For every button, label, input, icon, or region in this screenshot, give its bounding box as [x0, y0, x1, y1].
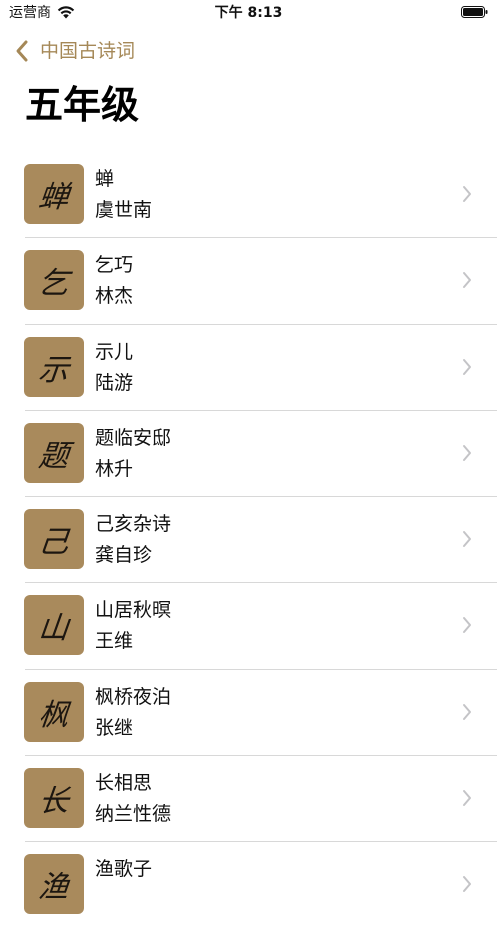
chevron-right-icon — [463, 272, 471, 289]
poem-title: 渔歌子 — [95, 858, 153, 881]
chevron-left-icon — [16, 40, 28, 62]
poem-thumbnail: 山 — [24, 595, 84, 656]
poem-title: 乞巧 — [95, 254, 134, 277]
list-item[interactable]: 枫 枫桥夜泊 张继 — [0, 670, 497, 757]
poem-title: 己亥杂诗 — [95, 513, 172, 536]
poem-author: 纳兰性德 — [95, 803, 172, 826]
poem-thumbnail: 示 — [24, 336, 84, 397]
poem-thumbnail: 渔 — [24, 854, 84, 915]
poem-title: 山居秋暝 — [95, 599, 172, 622]
back-button[interactable]: 中国古诗词 — [14, 37, 135, 65]
poem-list: 蝉 蝉 虞世南 乞 乞巧 林杰 示 示儿 陆游 题 题临安邸 林升 己 己亥杂诗… — [0, 152, 497, 929]
list-item[interactable]: 乞 乞巧 林杰 — [0, 238, 497, 325]
list-item[interactable]: 题 题临安邸 林升 — [0, 411, 497, 498]
calligraphy-glyph: 枫 — [36, 697, 71, 733]
chevron-right-icon — [463, 617, 471, 634]
list-item[interactable]: 己 己亥杂诗 龚自珍 — [0, 497, 497, 584]
poem-thumbnail: 蝉 — [24, 164, 84, 224]
back-button-label: 中国古诗词 — [40, 40, 136, 62]
calligraphy-glyph: 蝉 — [36, 180, 71, 215]
chevron-right-icon — [463, 790, 471, 807]
chevron-right-icon — [463, 186, 471, 202]
poem-title: 示儿 — [95, 340, 134, 363]
status-time: 下午 8:13 — [214, 5, 283, 21]
calligraphy-glyph: 长 — [36, 784, 71, 820]
list-item[interactable]: 蝉 蝉 虞世南 — [0, 152, 497, 239]
poem-author: 林杰 — [95, 285, 134, 308]
poem-author: 陆游 — [95, 371, 134, 394]
calligraphy-glyph: 示 — [36, 352, 71, 388]
poem-title: 长相思 — [95, 772, 153, 795]
calligraphy-glyph: 乞 — [36, 266, 71, 302]
poem-thumbnail: 题 — [24, 422, 84, 483]
list-item[interactable]: 示 示儿 陆游 — [0, 325, 497, 412]
chevron-right-icon — [463, 444, 471, 461]
list-item[interactable]: 渔 渔歌子 — [0, 842, 497, 928]
poem-author: 张继 — [95, 716, 134, 739]
battery-icon — [461, 6, 488, 18]
list-item[interactable]: 山 山居秋暝 王维 — [0, 583, 497, 671]
poem-thumbnail: 长 — [24, 768, 84, 829]
page-title: 五年级 — [25, 83, 140, 127]
poem-title: 枫桥夜泊 — [95, 685, 172, 708]
chevron-right-icon — [463, 876, 471, 893]
chevron-right-icon — [463, 703, 471, 720]
calligraphy-glyph: 题 — [36, 438, 71, 474]
poem-thumbnail: 乞 — [24, 250, 84, 311]
calligraphy-glyph: 山 — [36, 611, 71, 647]
chevron-right-icon — [463, 531, 471, 548]
poem-author: 龚自珍 — [95, 544, 153, 567]
status-bar: 运营商 下午 8:13 — [0, 0, 497, 26]
poem-thumbnail: 枫 — [24, 681, 84, 742]
poem-author: 王维 — [95, 630, 134, 653]
calligraphy-glyph: 己 — [36, 525, 71, 561]
chevron-right-icon — [463, 358, 471, 375]
calligraphy-glyph: 渔 — [36, 870, 71, 906]
poem-title: 蝉 — [95, 168, 115, 190]
list-item[interactable]: 长 长相思 纳兰性德 — [0, 756, 497, 843]
poem-title: 题临安邸 — [95, 426, 172, 449]
poem-author: 林升 — [95, 457, 134, 480]
poem-author: 虞世南 — [95, 199, 153, 221]
poem-thumbnail: 己 — [24, 509, 84, 570]
